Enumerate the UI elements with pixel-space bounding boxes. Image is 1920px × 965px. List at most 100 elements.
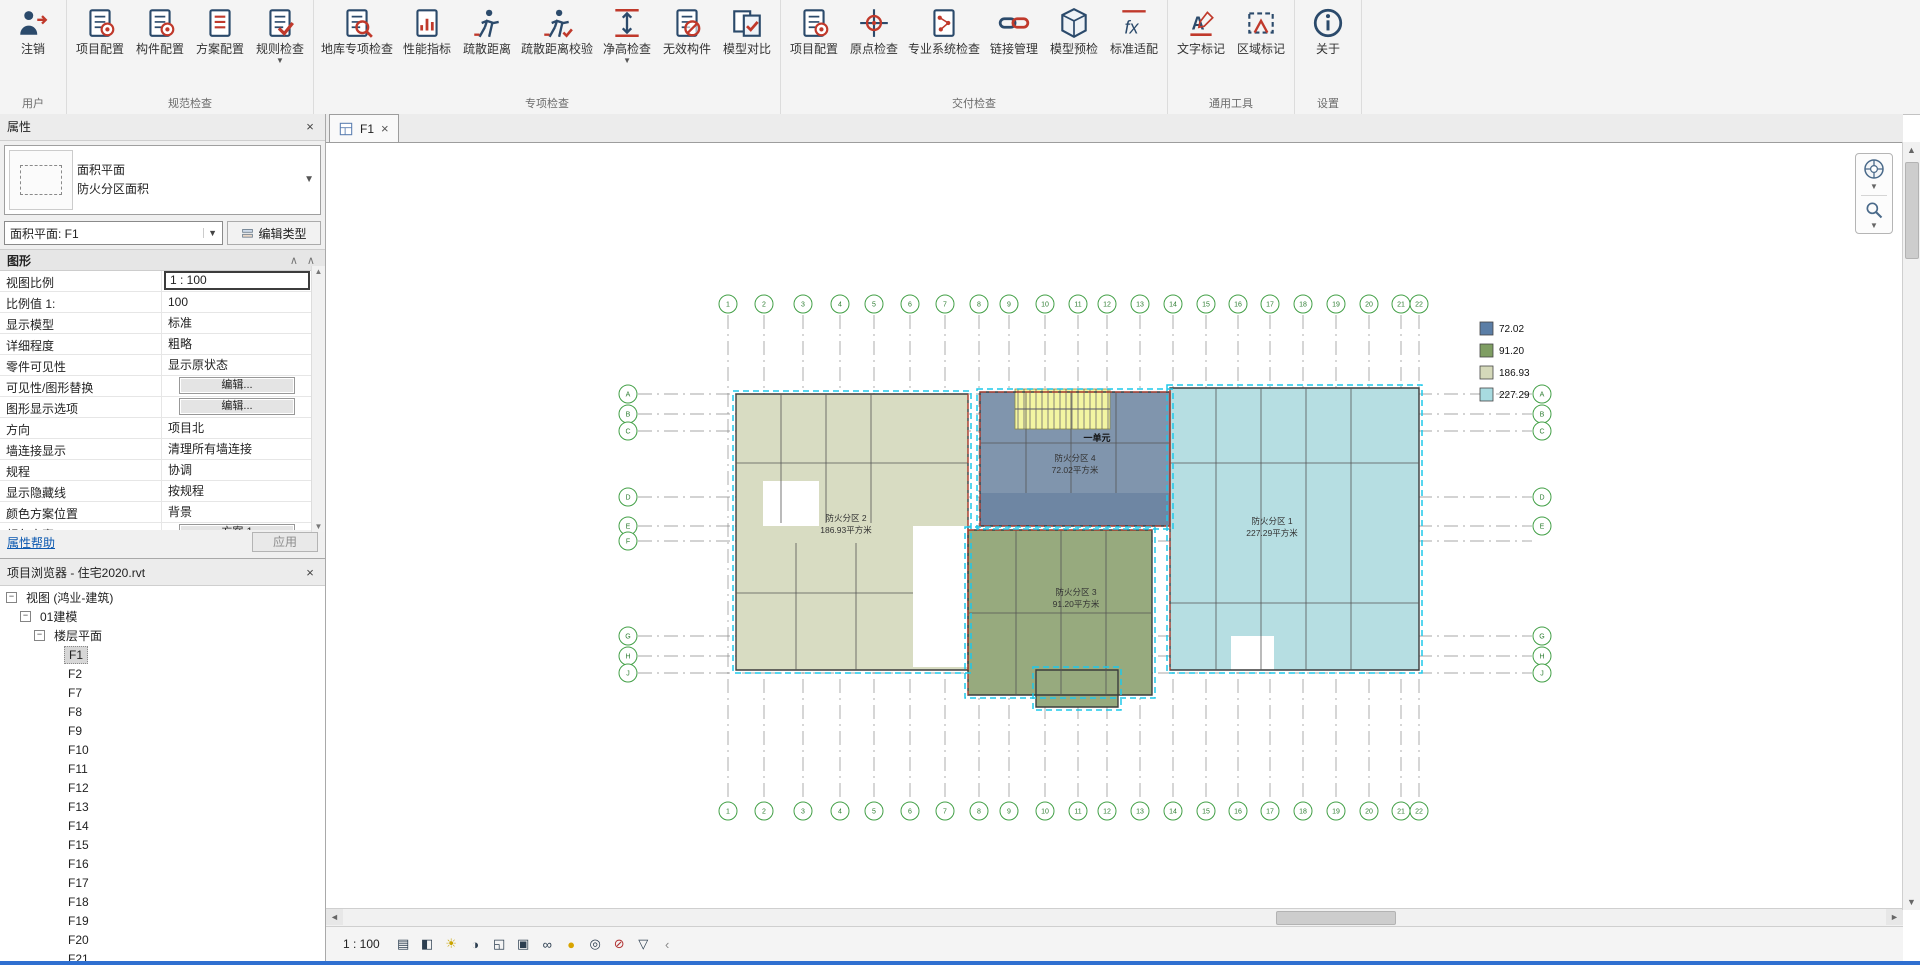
scroll-up-icon[interactable]: ▲ xyxy=(1907,142,1916,158)
tree-item[interactable]: F8 xyxy=(0,702,325,721)
scale-button[interactable]: 1 : 100 xyxy=(333,932,390,956)
property-value[interactable]: 方案 1 xyxy=(162,523,312,530)
visual-style-icon[interactable]: ◧ xyxy=(417,934,438,955)
ribbon-button[interactable]: 模型预检 xyxy=(1044,2,1104,56)
property-value[interactable]: 1 : 100 xyxy=(162,271,312,291)
property-value[interactable]: 粗略 xyxy=(162,334,312,354)
tree-item[interactable]: −楼层平面 xyxy=(0,626,325,645)
tree-item[interactable]: F7 xyxy=(0,683,325,702)
show-crop-region-icon[interactable]: ▣ xyxy=(513,934,534,955)
crop-view-icon[interactable]: ◱ xyxy=(489,934,510,955)
ribbon-button[interactable]: 链接管理 xyxy=(984,2,1044,56)
reveal-hidden-elements-icon[interactable]: ● xyxy=(561,934,582,955)
collapse-section-icon[interactable]: ∧ ∧ xyxy=(290,254,318,267)
vertical-scrollbar[interactable]: ▲ ▼ xyxy=(1902,142,1920,910)
tree-item[interactable]: F12 xyxy=(0,778,325,797)
navigation-wheel-icon[interactable] xyxy=(1862,157,1886,181)
ribbon-button[interactable]: 方案配置 xyxy=(190,2,250,56)
chevron-down-icon[interactable]: ▼ xyxy=(1870,222,1878,230)
close-icon[interactable]: × xyxy=(302,565,318,580)
view-tab-f1[interactable]: F1 × xyxy=(329,114,399,142)
zoom-icon[interactable] xyxy=(1864,200,1884,220)
ribbon-button[interactable]: 净高检查▼ xyxy=(597,2,657,65)
collapse-icon[interactable]: − xyxy=(6,592,17,603)
floor-plan-canvas[interactable]: 1122334455667788991010111112121313141415… xyxy=(326,143,1903,908)
collapse-icon[interactable]: − xyxy=(34,630,45,641)
property-value[interactable]: 协调 xyxy=(162,460,312,480)
tree-item[interactable]: F14 xyxy=(0,816,325,835)
tree-item[interactable]: −01建模 xyxy=(0,607,325,626)
collapse-icon[interactable]: ‹ xyxy=(657,934,678,955)
ribbon-button[interactable]: 构件配置 xyxy=(130,2,190,56)
property-edit-button[interactable]: 编辑... xyxy=(179,377,295,394)
collapse-icon[interactable]: − xyxy=(20,611,31,622)
view-selector-combo[interactable]: 面积平面: F1 ▼ xyxy=(4,221,223,245)
tree-item[interactable]: F19 xyxy=(0,911,325,930)
ribbon-button[interactable]: 注销 xyxy=(3,2,63,56)
ribbon-button[interactable]: 性能指标 xyxy=(397,2,457,56)
ribbon-button[interactable]: 关于 xyxy=(1298,2,1358,56)
property-edit-button[interactable]: 编辑... xyxy=(179,398,295,415)
property-value[interactable]: 按规程 xyxy=(162,481,312,501)
close-icon[interactable]: × xyxy=(302,119,318,134)
chevron-down-icon[interactable]: ▼ xyxy=(1870,183,1878,191)
scroll-left-icon[interactable]: ◄ xyxy=(326,909,343,925)
ribbon-button[interactable]: fx标准适配 xyxy=(1104,2,1164,56)
properties-help-link[interactable]: 属性帮助 xyxy=(7,534,55,551)
tree-item[interactable]: F16 xyxy=(0,854,325,873)
tree-item[interactable]: F13 xyxy=(0,797,325,816)
tree-item[interactable]: F10 xyxy=(0,740,325,759)
ribbon-button[interactable]: 区域标记 xyxy=(1231,2,1291,56)
chevron-down-icon[interactable]: ▼ xyxy=(304,174,314,185)
sun-settings-icon[interactable]: ☀ xyxy=(441,934,462,955)
edit-type-button[interactable]: 编辑类型 xyxy=(227,221,321,245)
detail-level-icon[interactable]: ▤ xyxy=(393,934,414,955)
tree-item[interactable]: F21 xyxy=(0,949,325,961)
tree-item[interactable]: F20 xyxy=(0,930,325,949)
ribbon-button[interactable]: 项目配置 xyxy=(70,2,130,56)
property-value[interactable]: 显示原状态 xyxy=(162,355,312,375)
property-value[interactable]: 清理所有墙连接 xyxy=(162,439,312,459)
property-value[interactable]: 编辑... xyxy=(162,397,312,417)
ribbon-button[interactable]: 地库专项检查 xyxy=(317,2,397,56)
drawing-viewport[interactable]: 1122334455667788991010111112121313141415… xyxy=(326,143,1903,908)
tree-item[interactable]: F15 xyxy=(0,835,325,854)
property-value[interactable]: 背景 xyxy=(162,502,312,522)
property-value[interactable]: 100 xyxy=(162,292,312,312)
scrollbar-thumb[interactable] xyxy=(1276,911,1396,925)
ribbon-button[interactable]: 规则检查▼ xyxy=(250,2,310,65)
scroll-down-icon[interactable]: ▼ xyxy=(315,522,323,531)
scroll-up-icon[interactable]: ▲ xyxy=(315,267,323,276)
ribbon-button[interactable]: 模型对比 xyxy=(717,2,777,56)
tree-item[interactable]: F17 xyxy=(0,873,325,892)
temporary-hide-isolate-icon[interactable]: ∞ xyxy=(537,934,558,955)
ribbon-button[interactable]: 疏散距离校验 xyxy=(517,2,597,56)
tree-item[interactable]: F9 xyxy=(0,721,325,740)
close-icon[interactable]: × xyxy=(381,121,389,136)
horizontal-scrollbar[interactable]: ◄ ► xyxy=(326,908,1903,926)
property-value[interactable]: 标准 xyxy=(162,313,312,333)
property-value[interactable]: 项目北 xyxy=(162,418,312,438)
graphics-section-header[interactable]: 图形 ∧ ∧ xyxy=(0,249,325,271)
hide-analytical-model-icon[interactable]: ⊘ xyxy=(609,934,630,955)
ribbon-button[interactable]: 原点检查 xyxy=(844,2,904,56)
reveal-constraints-icon[interactable]: ▽ xyxy=(633,934,654,955)
tree-item[interactable]: −视图 (鸿业-建筑) xyxy=(0,588,325,607)
stair-highlight[interactable] xyxy=(1015,389,1110,429)
ribbon-button[interactable]: 专业系统检查 xyxy=(904,2,984,56)
apply-button[interactable]: 应用 xyxy=(252,532,318,552)
properties-scrollbar[interactable]: ▲ ▼ xyxy=(311,266,325,532)
scroll-down-icon[interactable]: ▼ xyxy=(1907,894,1916,910)
tree-item[interactable]: F1 xyxy=(0,645,325,664)
temporary-view-properties-icon[interactable]: ◎ xyxy=(585,934,606,955)
tree-item[interactable]: F11 xyxy=(0,759,325,778)
shadows-icon[interactable]: ◑ xyxy=(465,934,486,955)
tree-item[interactable]: F18 xyxy=(0,892,325,911)
ribbon-button[interactable]: 项目配置 xyxy=(784,2,844,56)
property-edit-button[interactable]: 方案 1 xyxy=(179,524,295,530)
tree-item[interactable]: F2 xyxy=(0,664,325,683)
property-value[interactable]: 编辑... xyxy=(162,376,312,396)
ribbon-button[interactable]: 无效构件 xyxy=(657,2,717,56)
ribbon-button[interactable]: A文字标记 xyxy=(1171,2,1231,56)
scrollbar-thumb[interactable] xyxy=(1905,162,1919,259)
